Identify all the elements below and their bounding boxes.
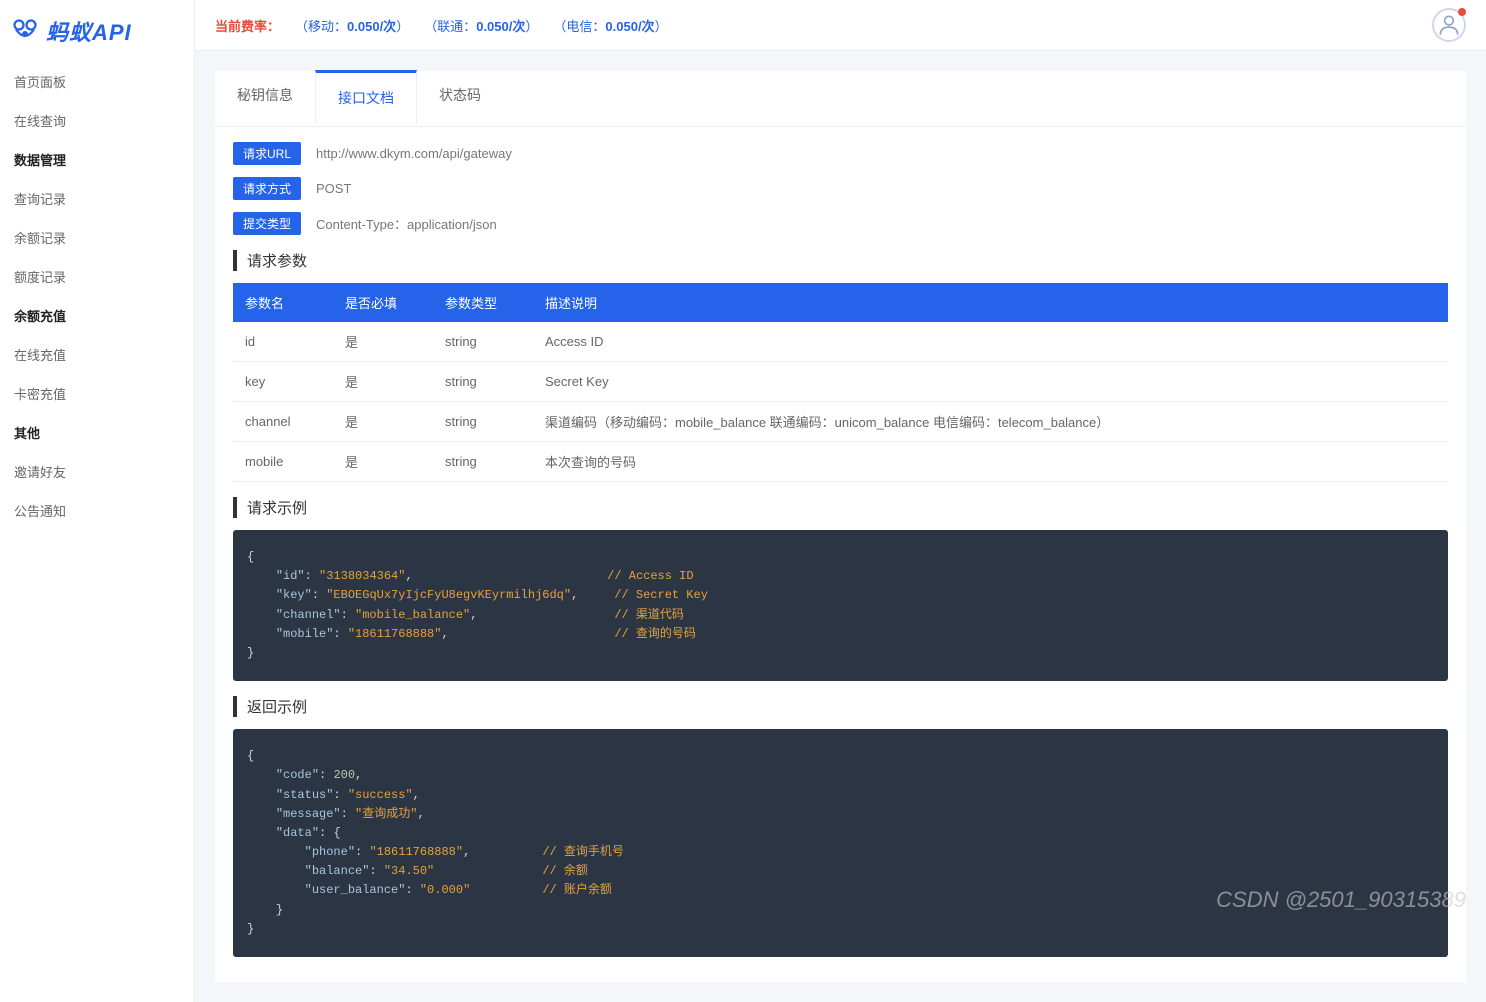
content-badge: 提交类型 (233, 212, 301, 235)
api-url-row: 请求URL http://www.dkym.com/api/gateway (233, 142, 1448, 165)
nav-item[interactable]: 邀请好友 (0, 452, 194, 491)
nav-header: 其他 (0, 413, 194, 452)
table-cell: id (233, 322, 333, 362)
code-line: } (247, 901, 1434, 920)
rates-label: 当前费率： (215, 16, 280, 35)
res-example-title: 返回示例 (233, 696, 1448, 717)
code-line: "mobile": "18611768888", // 查询的号码 (247, 625, 1434, 644)
rate-telecom: （电信：0.050/次） (553, 16, 667, 35)
content-card: 秘钥信息接口文档状态码 请求URL http://www.dkym.com/ap… (215, 71, 1466, 982)
rates-bar: 当前费率： （移动：0.050/次） （联通：0.050/次） （电信：0.05… (215, 16, 668, 35)
table-row: id是stringAccess ID (233, 322, 1448, 362)
table-cell: key (233, 362, 333, 402)
table-cell: 是 (333, 402, 433, 442)
table-cell: channel (233, 402, 333, 442)
method-value: POST (316, 181, 351, 196)
tab[interactable]: 秘钥信息 (215, 70, 315, 126)
api-method-row: 请求方式 POST (233, 177, 1448, 200)
code-line: "status": "success", (247, 786, 1434, 805)
code-line: } (247, 644, 1434, 663)
tab[interactable]: 状态码 (417, 70, 503, 126)
table-cell: string (433, 442, 533, 482)
nav-item[interactable]: 首页面板 (0, 62, 194, 101)
code-line: "code": 200, (247, 766, 1434, 785)
code-line: "id": "3138034364", // Access ID (247, 567, 1434, 586)
tab[interactable]: 接口文档 (315, 70, 417, 126)
sidebar: 蚂蚁API 首页面板在线查询数据管理查询记录余额记录额度记录余额充值在线充值卡密… (0, 0, 195, 1002)
code-line: "user_balance": "0.000" // 账户余额 (247, 881, 1434, 900)
code-line: "data": { (247, 824, 1434, 843)
params-title: 请求参数 (233, 250, 1448, 271)
nav-menu: 首页面板在线查询数据管理查询记录余额记录额度记录余额充值在线充值卡密充值其他邀请… (0, 62, 194, 530)
table-cell: string (433, 362, 533, 402)
nav-item[interactable]: 公告通知 (0, 491, 194, 530)
table-cell: 本次查询的号码 (533, 442, 1448, 482)
table-cell: 是 (333, 362, 433, 402)
table-header: 是否必填 (333, 283, 433, 322)
table-cell: Secret Key (533, 362, 1448, 402)
url-badge: 请求URL (233, 142, 301, 165)
rate-mobile: （移动：0.050/次） (295, 16, 409, 35)
code-line: "key": "EBOEGqUx7yIjcFyU8egvKEyrmilhj6dq… (247, 586, 1434, 605)
nav-item[interactable]: 查询记录 (0, 179, 194, 218)
table-cell: mobile (233, 442, 333, 482)
nav-item[interactable]: 额度记录 (0, 257, 194, 296)
logo[interactable]: 蚂蚁API (0, 0, 194, 62)
table-row: channel是string渠道编码（移动编码：mobile_balance 联… (233, 402, 1448, 442)
main-content: 当前费率： （移动：0.050/次） （联通：0.050/次） （电信：0.05… (195, 0, 1486, 1002)
table-cell: string (433, 402, 533, 442)
table-cell: 是 (333, 322, 433, 362)
rate-unicom: （联通：0.050/次） (424, 16, 538, 35)
tab-bar: 秘钥信息接口文档状态码 (215, 71, 1466, 127)
request-code-block: { "id": "3138034364", // Access ID "key"… (233, 530, 1448, 681)
code-line: { (247, 747, 1434, 766)
code-line: "phone": "18611768888", // 查询手机号 (247, 843, 1434, 862)
table-row: key是stringSecret Key (233, 362, 1448, 402)
notification-dot (1458, 8, 1466, 16)
tab-content: 请求URL http://www.dkym.com/api/gateway 请求… (215, 127, 1466, 982)
code-line: { (247, 548, 1434, 567)
nav-header: 数据管理 (0, 140, 194, 179)
nav-item[interactable]: 卡密充值 (0, 374, 194, 413)
table-cell: 渠道编码（移动编码：mobile_balance 联通编码：unicom_bal… (533, 402, 1448, 442)
req-example-title: 请求示例 (233, 497, 1448, 518)
method-badge: 请求方式 (233, 177, 301, 200)
table-header: 描述说明 (533, 283, 1448, 322)
user-avatar[interactable] (1432, 8, 1466, 42)
brand-name: 蚂蚁API (46, 15, 132, 47)
logo-icon (10, 16, 40, 46)
api-content-row: 提交类型 Content-Type：application/json (233, 212, 1448, 235)
params-table: 参数名是否必填参数类型描述说明 id是stringAccess IDkey是st… (233, 283, 1448, 482)
nav-header: 余额充值 (0, 296, 194, 335)
code-line: "balance": "34.50" // 余额 (247, 862, 1434, 881)
nav-item[interactable]: 在线充值 (0, 335, 194, 374)
nav-item[interactable]: 余额记录 (0, 218, 194, 257)
code-line: "channel": "mobile_balance", // 渠道代码 (247, 606, 1434, 625)
table-cell: 是 (333, 442, 433, 482)
topbar: 当前费率： （移动：0.050/次） （联通：0.050/次） （电信：0.05… (195, 0, 1486, 51)
table-cell: Access ID (533, 322, 1448, 362)
url-value: http://www.dkym.com/api/gateway (316, 146, 512, 161)
code-line: "message": "查询成功", (247, 805, 1434, 824)
nav-item[interactable]: 在线查询 (0, 101, 194, 140)
content-value: Content-Type：application/json (316, 214, 497, 233)
table-row: mobile是string本次查询的号码 (233, 442, 1448, 482)
table-header: 参数类型 (433, 283, 533, 322)
table-cell: string (433, 322, 533, 362)
table-header: 参数名 (233, 283, 333, 322)
